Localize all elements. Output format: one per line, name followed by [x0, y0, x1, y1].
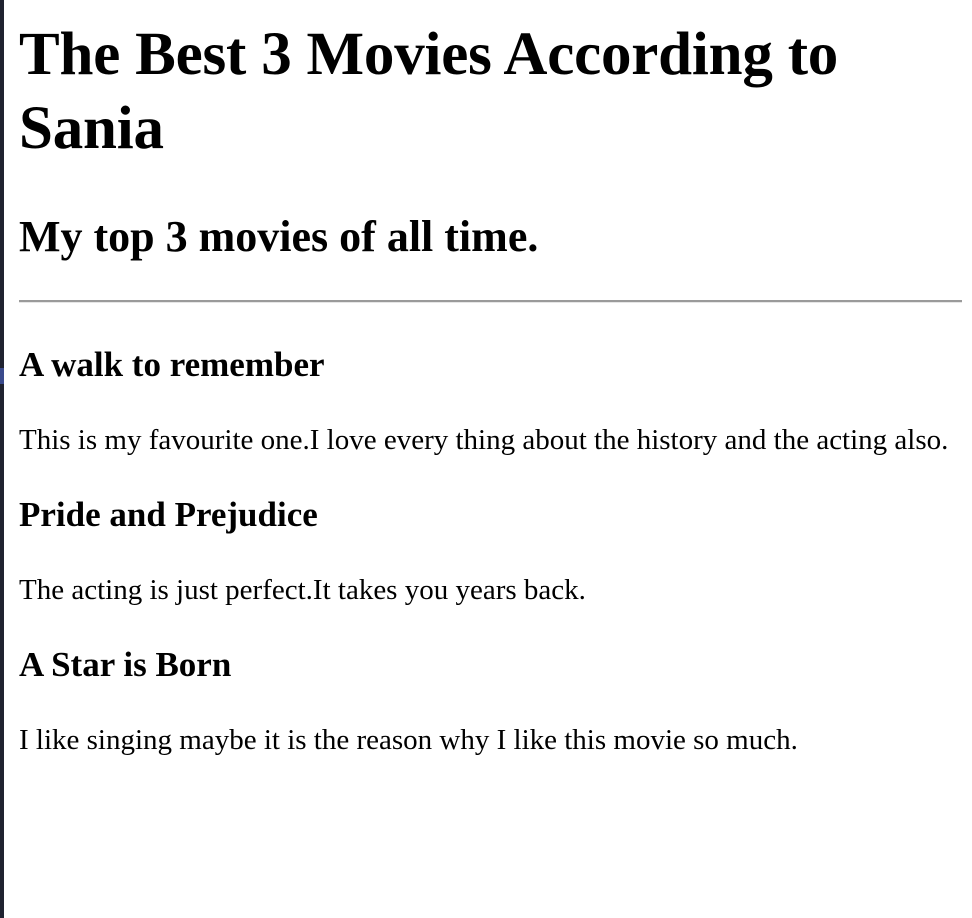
window-edge [0, 0, 4, 918]
movie-description: This is my favourite one.I love every th… [19, 424, 949, 456]
window-edge-marker [0, 368, 4, 384]
movie-item: A Star is Born I like singing maybe it i… [19, 645, 962, 758]
page-content: The Best 3 Movies According to Sania My … [19, 0, 962, 758]
divider [19, 300, 962, 303]
movie-list: A walk to remember This is my favourite … [19, 345, 962, 758]
movie-description: The acting is just perfect.It takes you … [19, 574, 586, 606]
movie-title: A walk to remember [19, 345, 325, 384]
page-title: The Best 3 Movies According to Sania [19, 21, 839, 162]
movie-title: Pride and Prejudice [19, 495, 318, 534]
page-subtitle: My top 3 movies of all time. [19, 212, 539, 261]
movie-item: A walk to remember This is my favourite … [19, 345, 962, 458]
movie-item: Pride and Prejudice The acting is just p… [19, 495, 962, 608]
movie-title: A Star is Born [19, 645, 232, 684]
movie-description: I like singing maybe it is the reason wh… [19, 724, 798, 756]
